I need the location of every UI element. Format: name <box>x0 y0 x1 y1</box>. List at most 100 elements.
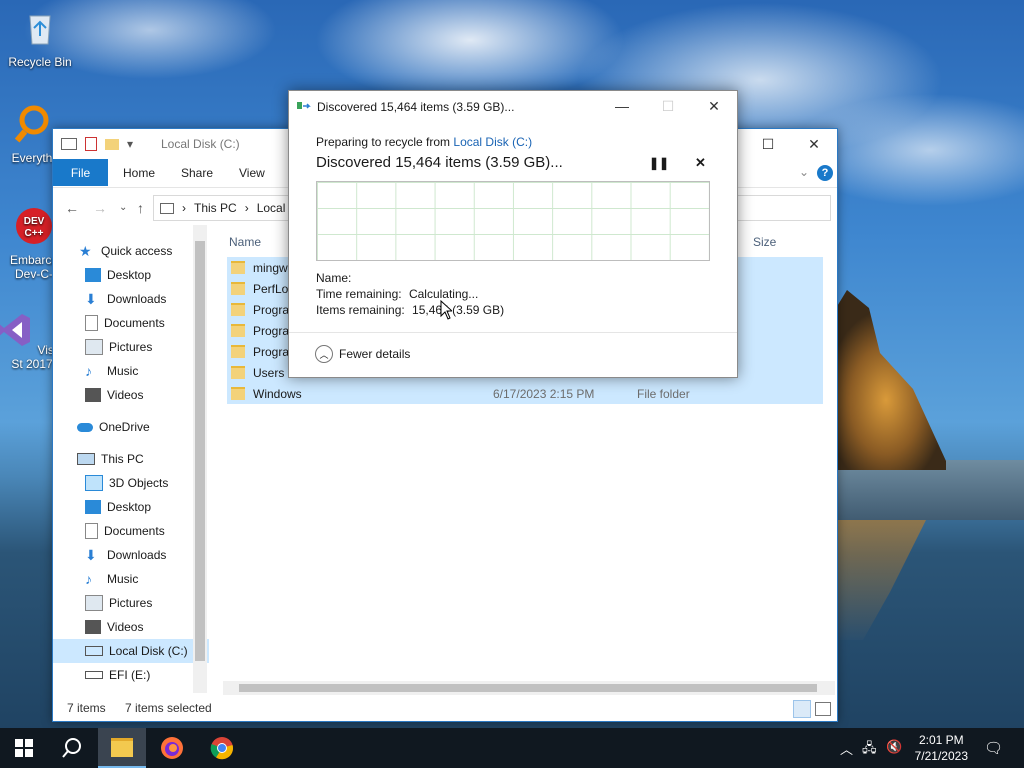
row-name: Users <box>253 365 285 380</box>
details-view-icon[interactable] <box>793 700 811 718</box>
sidebar-item-pc-desktop[interactable]: Desktop <box>53 495 209 519</box>
new-folder-icon[interactable] <box>105 138 119 150</box>
time-remaining-label: Time remaining: <box>316 287 402 301</box>
desktop-icon-recycle-bin[interactable]: Recycle Bin <box>2 8 78 69</box>
scrollbar-thumb[interactable] <box>195 241 205 661</box>
maximize-button[interactable]: ☐ <box>745 129 791 159</box>
sidebar-item-pc-videos[interactable]: Videos <box>53 615 209 639</box>
desktop-icon-label: Recycle Bin <box>8 55 72 69</box>
sidebar-item-music[interactable]: ♪ Music <box>53 359 209 383</box>
name-label: Name: <box>316 271 352 285</box>
document-icon <box>85 523 98 539</box>
videos-icon <box>85 388 101 402</box>
up-arrow-icon[interactable]: ↑ <box>137 200 144 216</box>
desktop-icon-label: Everyth <box>11 151 53 165</box>
download-icon: ⬇ <box>85 547 97 563</box>
minimize-button[interactable]: — <box>599 91 645 121</box>
breadcrumb-local[interactable]: Local <box>257 201 286 215</box>
pause-icon[interactable]: ❚❚ <box>649 156 669 170</box>
sidebar-item-onedrive[interactable]: OneDrive <box>53 415 209 439</box>
progress-speed-graph <box>316 181 710 261</box>
devcpp-icon: DEV C++ <box>16 208 52 244</box>
breadcrumb-this-pc[interactable]: This PC <box>194 201 237 215</box>
taskbar-chrome[interactable] <box>198 728 246 768</box>
sidebar-item-pictures[interactable]: Pictures 📌 <box>53 335 209 359</box>
sidebar-item-pc-documents[interactable]: Documents <box>53 519 209 543</box>
items-remaining-value: 15,464 (3.59 GB) <box>412 303 505 317</box>
horizontal-scrollbar[interactable] <box>223 681 835 695</box>
close-button[interactable]: ✕ <box>791 129 837 159</box>
sidebar-item-label: Music <box>107 364 139 378</box>
sidebar-item-videos[interactable]: Videos <box>53 383 209 407</box>
source-link[interactable]: Local Disk (C:) <box>453 135 532 149</box>
taskbar: ︿ 🖧 🔇 2:01 PM 7/21/2023 🗨 <box>0 728 1024 768</box>
folder-icon <box>231 324 245 337</box>
forward-arrow-icon[interactable]: → <box>93 200 107 216</box>
sidebar-item-quick-access[interactable]: ★ Quick access <box>53 239 209 263</box>
tab-share[interactable]: Share <box>181 166 213 180</box>
taskbar-firefox[interactable] <box>148 728 196 768</box>
sidebar-item-documents[interactable]: Documents 📌 <box>53 311 209 335</box>
computer-icon <box>77 453 95 465</box>
sidebar-item-pc-music[interactable]: ♪ Music <box>53 567 209 591</box>
sidebar-item-local-disk[interactable]: Local Disk (C:) <box>53 639 209 663</box>
row-name: Progra <box>253 323 290 338</box>
pc-icon <box>160 202 174 214</box>
tab-home[interactable]: Home <box>123 166 155 180</box>
visual-studio-icon <box>0 314 31 346</box>
sidebar-item-label: Desktop <box>107 268 152 282</box>
search-button[interactable] <box>48 728 96 768</box>
selected-count: 7 items selected <box>125 701 212 715</box>
sidebar-item-downloads[interactable]: ⬇ Downloads 📌 <box>53 287 209 311</box>
network-icon[interactable]: 🖧 <box>862 739 877 761</box>
maximize-button: ☐ <box>661 97 675 114</box>
sidebar-scrollbar[interactable] <box>193 225 207 693</box>
notifications-icon[interactable]: 🗨 <box>984 739 1003 757</box>
column-header-name[interactable]: Name <box>229 235 261 249</box>
back-arrow-icon[interactable]: ← <box>65 200 79 216</box>
sidebar-item-pc-downloads[interactable]: ⬇ Downloads <box>53 543 209 567</box>
time-remaining-value: Calculating... <box>408 287 479 301</box>
sidebar-item-label: Documents <box>104 524 165 538</box>
taskbar-file-explorer[interactable] <box>98 728 146 768</box>
sidebar-item-label: Videos <box>107 388 144 402</box>
clock[interactable]: 2:01 PM 7/21/2023 <box>915 732 968 764</box>
column-header-size[interactable]: Size <box>753 235 776 249</box>
tab-file[interactable]: File <box>53 159 108 186</box>
scrollbar-thumb[interactable] <box>239 684 817 692</box>
breadcrumb-separator: › <box>244 201 249 215</box>
cloud-icon <box>77 422 93 432</box>
recent-locations-icon[interactable]: ⌄ <box>119 202 127 213</box>
folder-icon <box>231 366 245 379</box>
cancel-icon[interactable]: ✕ <box>695 155 706 171</box>
sidebar-item-this-pc[interactable]: This PC <box>53 447 209 471</box>
close-button[interactable]: ✕ <box>691 91 737 121</box>
delete-progress-dialog: Discovered 15,464 items (3.59 GB)... — ☐… <box>288 90 738 378</box>
start-button[interactable] <box>0 728 48 768</box>
ribbon-expand-icon[interactable]: ⌄ <box>799 165 809 179</box>
large-icons-view-icon[interactable] <box>815 702 831 716</box>
drive-icon <box>85 671 103 679</box>
properties-icon[interactable] <box>85 137 97 151</box>
sidebar-item-3d-objects[interactable]: 3D Objects <box>53 471 209 495</box>
help-icon[interactable]: ? <box>817 165 833 181</box>
sidebar-item-label: This PC <box>101 452 144 466</box>
fewer-details-button[interactable]: ︿ Fewer details <box>315 345 410 363</box>
table-row[interactable]: Windows 6/17/2023 2:15 PM File folder <box>227 383 823 404</box>
sidebar-item-label: Local Disk (C:) <box>109 644 188 658</box>
sidebar-item-label: EFI (E:) <box>109 668 151 682</box>
sidebar-item-desktop[interactable]: Desktop 📌 <box>53 263 209 287</box>
show-hidden-icons-chevron-icon[interactable]: ︿ <box>840 739 853 758</box>
customize-toolbar-icon[interactable]: ▾ <box>127 137 133 151</box>
drive-icon[interactable] <box>61 138 77 150</box>
tab-view[interactable]: View <box>239 166 265 180</box>
dialog-titlebar: Discovered 15,464 items (3.59 GB)... — ☐… <box>289 91 737 121</box>
progress-headline: Discovered 15,464 items (3.59 GB)... <box>316 154 563 171</box>
volume-muted-icon[interactable]: 🔇 <box>886 739 902 755</box>
sidebar-item-label: Music <box>107 572 139 586</box>
sidebar-item-efi[interactable]: EFI (E:) <box>53 663 209 687</box>
navigation-pane: ★ Quick access Desktop 📌 ⬇ Downloads 📌 D… <box>53 225 209 693</box>
windows-logo-icon <box>15 739 33 757</box>
sidebar-item-pc-pictures[interactable]: Pictures <box>53 591 209 615</box>
cliff-reflection <box>836 520 926 640</box>
